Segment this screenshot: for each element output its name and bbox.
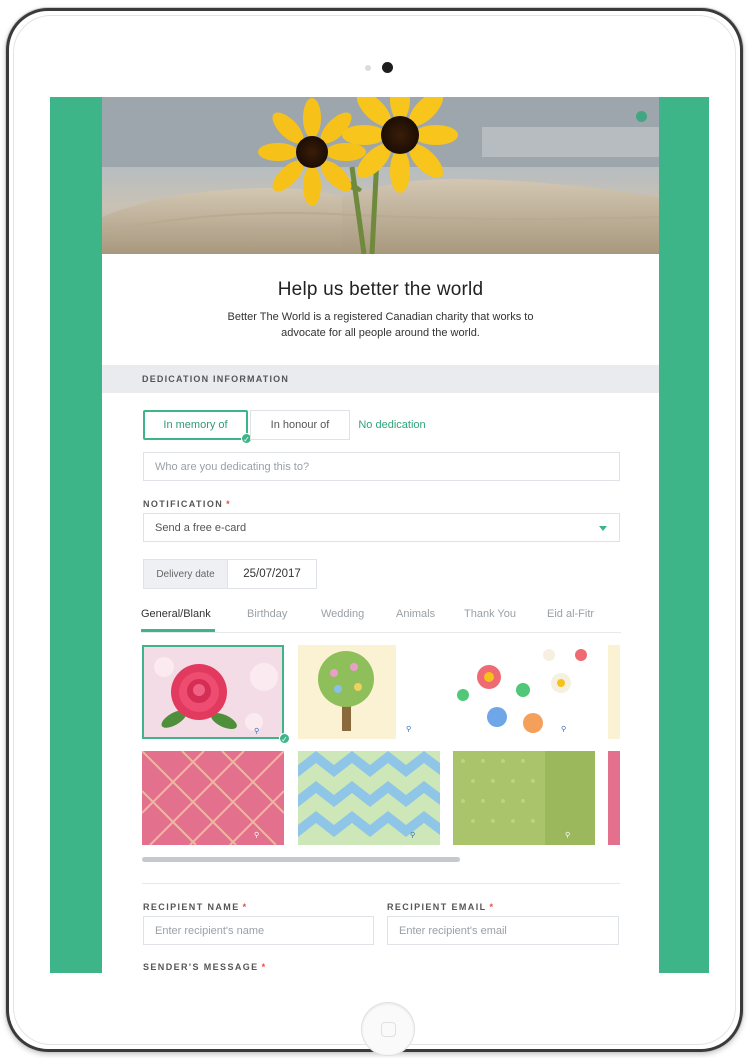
required-marker: *	[242, 902, 248, 912]
divider	[142, 883, 620, 884]
dedication-option-none[interactable]: No dedication	[352, 410, 432, 440]
home-button[interactable]	[361, 1002, 415, 1056]
sender-message-label-text: SENDER'S MESSAGE	[143, 962, 259, 972]
recipient-name-input[interactable]: Enter recipient's name	[143, 916, 374, 945]
ecard-flowers[interactable]: ⚲	[453, 645, 595, 739]
zigzag-image: ⚲	[298, 751, 440, 845]
ecard-green-pattern[interactable]: ⚲	[453, 751, 595, 845]
partial-card-image	[608, 751, 620, 845]
home-square-icon	[381, 1022, 396, 1037]
tab-animals[interactable]: Animals	[396, 608, 435, 620]
recipient-name-label-text: RECIPIENT NAME	[143, 902, 240, 912]
hero-image	[102, 97, 659, 254]
recipient-name-label: RECIPIENT NAME *	[143, 902, 248, 912]
notification-label-text: NOTIFICATION	[143, 499, 224, 509]
ecard-partial[interactable]	[608, 751, 620, 845]
recipient-email-label-text: RECIPIENT EMAIL	[387, 902, 487, 912]
dedication-option-label: In memory of	[163, 419, 228, 431]
flowers-image: ⚲	[453, 645, 595, 739]
dedication-option-honour[interactable]: In honour of	[250, 410, 350, 440]
dedication-option-label: In honour of	[270, 419, 330, 431]
delivery-date-value: 25/07/2017	[243, 568, 301, 580]
active-tab-indicator	[141, 629, 215, 632]
ecard-partial[interactable]	[608, 645, 620, 739]
ecard-rose[interactable]: ⚲	[142, 645, 284, 739]
card-category-tabs: General/Blank Birthday Wedding Animals T…	[141, 605, 621, 633]
page-title: Help us better the world	[277, 279, 484, 300]
tab-general-blank[interactable]: General/Blank	[141, 608, 211, 620]
ecard-pink-plaid[interactable]: ⚲	[142, 751, 284, 845]
tab-thank-you[interactable]: Thank You	[464, 608, 516, 620]
svg-text:⚲: ⚲	[561, 725, 566, 733]
sunflower-photo	[102, 97, 659, 254]
svg-text:⚲: ⚲	[410, 831, 415, 839]
sender-message-label: SENDER'S MESSAGE *	[143, 962, 266, 972]
svg-text:⚲: ⚲	[406, 725, 411, 733]
recipient-email-label: RECIPIENT EMAIL *	[387, 902, 494, 912]
notification-value: Send a free e-card	[155, 521, 247, 534]
check-icon: ✓	[279, 733, 290, 744]
dedicatee-input[interactable]: Who are you dedicating this to?	[143, 452, 620, 481]
close-icon[interactable]	[636, 111, 647, 122]
delivery-date-field[interactable]: Delivery date 25/07/2017	[143, 559, 317, 589]
recipient-name-placeholder: Enter recipient's name	[155, 924, 265, 937]
delivery-date-label: Delivery date	[144, 560, 228, 588]
page-subtitle: Better The World is a registered Canadia…	[227, 311, 534, 339]
tab-wedding[interactable]: Wedding	[321, 608, 364, 620]
section-title: DEDICATION INFORMATION	[142, 374, 290, 384]
partial-card-image	[608, 645, 620, 739]
required-marker: *	[489, 902, 495, 912]
svg-text:⚲: ⚲	[254, 831, 259, 839]
rose-image: ⚲	[144, 647, 282, 737]
ecard-tree[interactable]: ⚲	[298, 645, 440, 739]
plaid-image: ⚲	[142, 751, 284, 845]
donation-page: Help us better the world Better The Worl…	[102, 97, 659, 973]
tree-image: ⚲	[298, 645, 440, 739]
camera-icon	[382, 62, 393, 73]
dedicatee-placeholder: Who are you dedicating this to?	[155, 460, 310, 473]
svg-text:⚲: ⚲	[565, 831, 570, 839]
required-marker: *	[226, 499, 232, 509]
scrollbar-thumb[interactable]	[142, 857, 460, 862]
screen: Help us better the world Better The Worl…	[50, 97, 709, 973]
dedication-option-label: No dedication	[358, 419, 426, 431]
ecard-gallery: ⚲ ⚲ ⚲ ⚲ ⚲ ⚲	[142, 645, 620, 851]
svg-text:⚲: ⚲	[254, 727, 259, 735]
notification-select[interactable]: Send a free e-card	[143, 513, 620, 542]
dedication-option-memory[interactable]: In memory of	[143, 410, 248, 440]
section-header-dedication: DEDICATION INFORMATION	[102, 365, 659, 393]
recipient-email-input[interactable]: Enter recipient's email	[387, 916, 619, 945]
sensor-dot	[365, 65, 371, 71]
tab-eid-al-fitr[interactable]: Eid al-Fitr	[547, 608, 594, 620]
chevron-down-icon	[599, 526, 607, 531]
green-pattern-image: ⚲	[453, 751, 595, 845]
recipient-email-placeholder: Enter recipient's email	[399, 924, 507, 937]
tab-birthday[interactable]: Birthday	[247, 608, 287, 620]
notification-label: NOTIFICATION *	[143, 499, 231, 509]
required-marker: *	[261, 962, 267, 972]
gallery-scrollbar[interactable]	[142, 857, 620, 862]
ecard-zigzag[interactable]: ⚲	[298, 751, 440, 845]
